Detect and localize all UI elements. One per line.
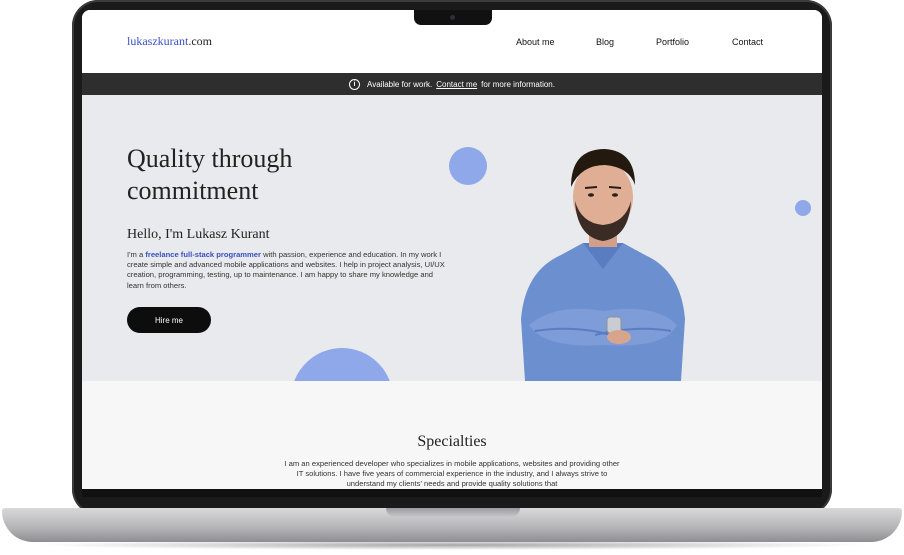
nav-item-about-me[interactable]: About me — [516, 37, 555, 47]
banner-text-after: for more information. — [481, 79, 555, 89]
freelance-highlight: freelance full-stack programmer — [145, 250, 261, 259]
hero-intro: I'm a freelance full-stack programmer wi… — [127, 250, 445, 290]
banner-text: Available for work. — [367, 79, 433, 89]
nav-item-contact[interactable]: Contact — [732, 37, 763, 47]
specialties-title: Specialties — [417, 433, 487, 450]
contact-me-link[interactable]: Contact me — [436, 80, 477, 89]
decorative-circle-bottom — [291, 348, 393, 381]
laptop-screen-chin — [82, 489, 822, 497]
laptop-base-groove — [386, 508, 520, 517]
decorative-circle-top — [449, 147, 487, 185]
camera-notch — [414, 10, 492, 25]
availability-banner: i Available for work. Contact me for mor… — [82, 73, 822, 95]
hero-title: Quality through commitment — [127, 144, 293, 205]
laptop-screen: lukaszkurant.com About me Blog Portfolio… — [82, 10, 822, 489]
hire-me-button[interactable]: Hire me — [127, 307, 211, 333]
nav-item-blog[interactable]: Blog — [596, 37, 614, 47]
decorative-circle-right — [795, 200, 811, 216]
camera-icon — [450, 15, 455, 20]
portrait-image — [521, 149, 685, 381]
specialties-text: I am an experienced developer who specia… — [284, 459, 620, 489]
specialties-section: Specialties I am an experienced develope… — [82, 381, 822, 489]
hero-greeting: Hello, I'm Lukasz Kurant — [127, 227, 270, 242]
hero-section: Quality through commitment Hello, I'm Lu… — [82, 95, 822, 381]
info-icon: i — [349, 78, 361, 90]
main-nav: About me Blog Portfolio Contact — [82, 37, 822, 51]
nav-item-portfolio[interactable]: Portfolio — [656, 37, 689, 47]
